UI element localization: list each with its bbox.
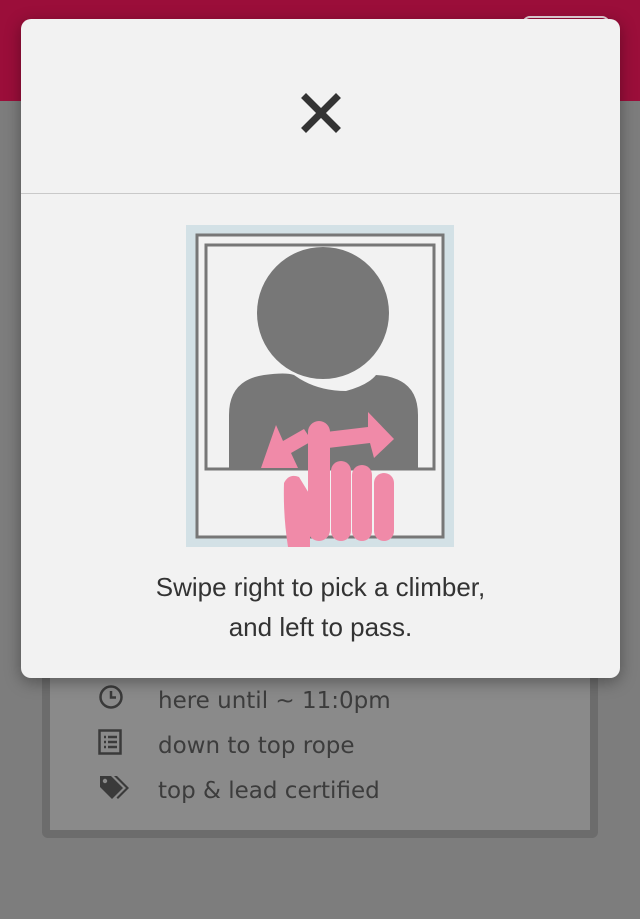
tags-icon — [98, 774, 158, 807]
clock-icon — [98, 684, 158, 717]
message-line-1: Swipe right to pick a climber, — [155, 572, 486, 602]
tutorial-message: Swipe right to pick a climber, and left … — [21, 567, 620, 647]
detail-text: down to top rope — [158, 732, 355, 759]
detail-row-cert: top & lead certified — [98, 774, 380, 807]
modal-header — [21, 19, 620, 194]
detail-text: here until ~ 11:0pm — [158, 687, 391, 714]
swipe-gesture-icon — [186, 225, 454, 547]
detail-text: top & lead certified — [158, 777, 380, 804]
list-icon — [98, 729, 158, 762]
close-icon — [301, 93, 341, 133]
close-button[interactable] — [300, 92, 342, 134]
detail-row-rope: down to top rope — [98, 729, 355, 762]
detail-row-time: here until ~ 11:0pm — [98, 684, 391, 717]
message-line-2: and left to pass. — [228, 612, 413, 642]
tutorial-modal: Swipe right to pick a climber, and left … — [21, 19, 620, 678]
